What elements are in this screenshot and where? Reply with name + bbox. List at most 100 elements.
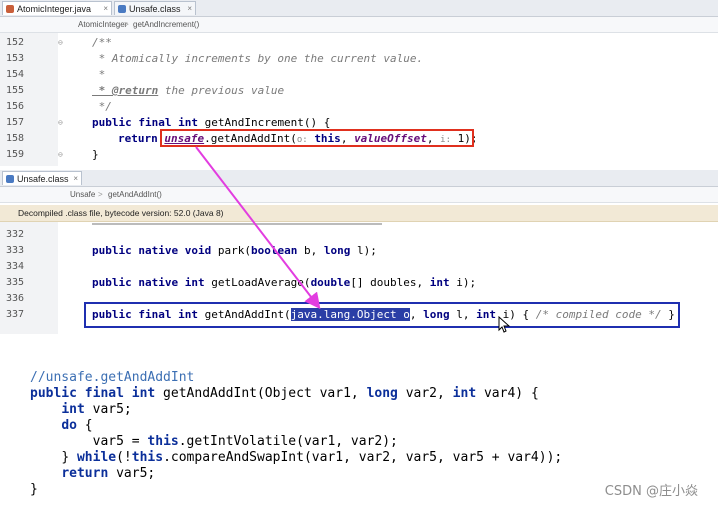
code-text: * (92, 68, 106, 81)
line-number: 156 (6, 101, 25, 112)
keyword: public native int (92, 276, 205, 289)
top-tab-bar: AtomicInteger.java × Unsafe.class × (0, 0, 718, 17)
line-number: 337 (6, 309, 25, 320)
tab-unsafe-class[interactable]: Unsafe.class × (2, 171, 82, 185)
breadcrumb-item[interactable]: getAndIncrement() (133, 17, 199, 32)
class-file-icon (6, 175, 14, 183)
java-file-icon (6, 5, 14, 13)
code-line: 334 (0, 259, 718, 275)
snippet-line: public final int getAndAddInt(Object var… (30, 386, 539, 402)
line-number: 158 (6, 133, 25, 144)
code-token: { (76, 418, 93, 433)
close-icon[interactable]: × (187, 2, 192, 16)
keyword: while (76, 450, 117, 465)
code-text: public native int getLoadAverage(double[… (92, 275, 476, 291)
line-number: 332 (6, 229, 25, 240)
code-token: } (30, 482, 38, 497)
code-token: .compareAndSwapInt(var1, var2, var5, var… (163, 450, 563, 465)
keyword: int (61, 402, 85, 417)
line-number: 334 (6, 261, 25, 272)
javadoc-text: the previous value (158, 84, 285, 97)
breadcrumb-separator: > (124, 20, 129, 29)
decompiled-notice-banner: Decompiled .class file, bytecode version… (0, 205, 718, 222)
code-line: 155 * @return the previous value (0, 83, 718, 99)
highlight-box-blue (84, 302, 680, 328)
tab-label: Unsafe.class (129, 4, 181, 14)
keyword: return (61, 466, 109, 481)
bottom-tab-bar: Unsafe.class × (0, 170, 718, 187)
keyword: return (118, 132, 158, 145)
tab-label: AtomicInteger.java (17, 4, 92, 14)
code-text: * @return the previous value (92, 83, 284, 99)
fold-icon[interactable]: ⊖ (58, 39, 63, 47)
tab-atomicinteger-java[interactable]: AtomicInteger.java × (2, 1, 112, 15)
watermark: CSDN @庄小焱 (604, 484, 698, 499)
snippet-line: } while(!this.compareAndSwapInt(var1, va… (30, 450, 562, 466)
tab-label: Unsafe.class (17, 174, 69, 184)
keyword: long (323, 244, 351, 257)
code-token: var2, (397, 386, 453, 401)
code-line: 159 ⊖ } (0, 147, 718, 163)
fold-icon[interactable]: ⊖ (58, 119, 63, 127)
keyword: public final int (30, 386, 156, 401)
line-number: 159 (6, 149, 25, 160)
code-line: 156 */ (0, 99, 718, 115)
line-number: 154 (6, 69, 25, 80)
snippet-line: int var5; (30, 402, 131, 418)
breadcrumb: AtomicInteger > getAndIncrement() (0, 17, 718, 33)
code-token: l); (350, 244, 377, 257)
snippet-line: var5 = this.getIntVolatile(var1, var2); (30, 434, 398, 450)
breadcrumb-item[interactable]: Unsafe (70, 187, 95, 202)
line-number: 152 (6, 37, 25, 48)
code-token: } (61, 450, 77, 465)
keyword: this (131, 450, 164, 465)
snippet-line: return var5; (30, 466, 155, 482)
keyword: int (429, 276, 450, 289)
code-line: 154 * (0, 67, 718, 83)
code-text: * Atomically increments by one the curre… (92, 52, 424, 65)
highlight-box-red (160, 129, 474, 147)
breadcrumb-separator: > (98, 190, 103, 199)
snippet-line: //unsafe.getAndAddInt (30, 370, 194, 386)
code-line: 335 public native int getLoadAverage(dou… (0, 275, 718, 291)
code-text: */ (92, 100, 112, 113)
keyword: this (147, 434, 179, 449)
line-number: 153 (6, 53, 25, 64)
keyword: double (310, 276, 351, 289)
keyword: do (61, 418, 77, 433)
line-number: 336 (6, 293, 25, 304)
code-token: getAndAddInt(Object var1, (155, 386, 367, 401)
breadcrumb: Unsafe > getAndAddInt() (0, 187, 718, 203)
class-file-icon (118, 5, 126, 13)
code-text: } (92, 148, 99, 161)
javadoc-tag: * @return (92, 84, 159, 97)
tab-unsafe-class[interactable]: Unsafe.class × (114, 1, 196, 15)
keyword: public final int (92, 116, 198, 129)
mouse-cursor-icon (498, 316, 511, 333)
keyword: public native void (92, 244, 212, 257)
snippet-line: do { (30, 418, 93, 434)
close-icon[interactable]: × (73, 172, 78, 186)
code-line: 153 * Atomically increments by one the c… (0, 51, 718, 67)
code-token: b, (297, 244, 324, 257)
code-token: var4) { (476, 386, 539, 401)
code-token: [] doubles, (350, 276, 430, 289)
code-token: i); (449, 276, 477, 289)
keyword: long (366, 386, 398, 401)
code-line: 332 (0, 227, 718, 243)
code-token: getLoadAverage( (204, 276, 311, 289)
line-number: 155 (6, 85, 25, 96)
line-number: 333 (6, 245, 25, 256)
breadcrumb-item[interactable]: AtomicInteger (78, 17, 127, 32)
code-line: 333 public native void park(boolean b, l… (0, 243, 718, 259)
keyword: boolean (250, 244, 298, 257)
breadcrumb-item[interactable]: getAndAddInt() (108, 187, 162, 202)
close-icon[interactable]: × (103, 2, 108, 16)
banner-text: Decompiled .class file, bytecode version… (18, 208, 224, 218)
line-number: 335 (6, 277, 25, 288)
fold-icon[interactable]: ⊖ (58, 151, 63, 159)
